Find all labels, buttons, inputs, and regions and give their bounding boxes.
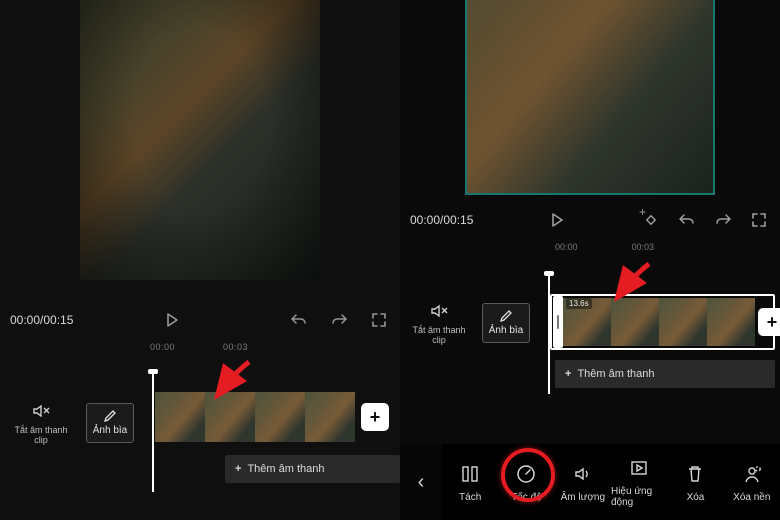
- cover-image-button[interactable]: Ảnh bìa: [482, 303, 530, 343]
- tool-split[interactable]: Tách: [442, 444, 498, 520]
- tool-speed[interactable]: Tốc độ: [498, 444, 554, 520]
- ruler-tick: 00:03: [632, 242, 655, 252]
- clip-side-controls-left: Tắt âm thanh clip Ảnh bìa: [10, 400, 150, 446]
- tool-label: Tốc độ: [511, 492, 542, 503]
- plus-icon: +: [235, 463, 241, 475]
- mute-icon: [30, 400, 52, 422]
- timeline-ruler-right: 00:00 00:03: [555, 242, 775, 252]
- mute-icon: [428, 300, 450, 322]
- undo-icon[interactable]: [288, 309, 310, 331]
- clip-trim-handle-left[interactable]: [553, 296, 563, 348]
- clip-thumbnail[interactable]: [659, 298, 707, 346]
- tool-label: Hiệu ứng động: [611, 486, 667, 508]
- time-counter: 00:00/00:15: [410, 213, 473, 227]
- keyframe-icon[interactable]: +: [640, 209, 662, 231]
- plus-icon: +: [370, 407, 381, 428]
- effects-icon: [627, 456, 651, 480]
- tool-delete[interactable]: Xóa: [667, 444, 723, 520]
- clip-thumbnail[interactable]: [305, 392, 355, 442]
- mute-clip-button[interactable]: Tắt âm thanh clip: [408, 300, 470, 346]
- redo-icon[interactable]: [328, 309, 350, 331]
- tool-effects[interactable]: Hiệu ứng động: [611, 444, 667, 520]
- tool-label: Tách: [459, 492, 481, 503]
- cover-label: Ảnh bìa: [489, 325, 523, 336]
- split-icon: [458, 462, 482, 486]
- video-preview-right[interactable]: [465, 0, 715, 195]
- pencil-icon: [499, 309, 513, 323]
- play-icon[interactable]: [546, 209, 568, 231]
- clip-duration-badge: 13.6s: [566, 298, 592, 309]
- add-clip-button[interactable]: +: [758, 308, 780, 336]
- cover-image-button[interactable]: Ảnh bìa: [86, 403, 134, 443]
- redo-icon[interactable]: [712, 209, 734, 231]
- fullscreen-icon[interactable]: [368, 309, 390, 331]
- plus-icon: +: [767, 312, 778, 333]
- undo-icon[interactable]: [676, 209, 698, 231]
- clip-thumbnail[interactable]: [155, 392, 205, 442]
- add-audio-bar-right[interactable]: + Thêm âm thanh: [555, 360, 775, 388]
- edit-toolbar: ‹ Tách Tốc độ Âm lượng Hiệu ứng động Xóa: [400, 444, 780, 520]
- ruler-tick: 00:03: [223, 342, 248, 356]
- tool-volume[interactable]: Âm lượng: [555, 444, 611, 520]
- add-audio-label: Thêm âm thanh: [247, 463, 324, 475]
- clip-thumbnail[interactable]: [611, 298, 659, 346]
- play-icon[interactable]: [161, 309, 183, 331]
- clip-thumbnail[interactable]: [255, 392, 305, 442]
- add-audio-label: Thêm âm thanh: [577, 368, 654, 380]
- ruler-tick: 00:00: [555, 242, 578, 252]
- trash-icon: [683, 462, 707, 486]
- right-panel: 00:00/00:15 + 00:00 00:03 Tắt âm thanh c…: [400, 0, 780, 520]
- tool-label: Âm lượng: [561, 492, 605, 503]
- left-panel: 00:00/00:15 00:00 00:03 Tắt âm thanh cli…: [0, 0, 400, 520]
- plus-icon: +: [565, 368, 571, 380]
- fullscreen-icon[interactable]: [748, 209, 770, 231]
- video-preview-left[interactable]: [80, 0, 320, 280]
- speed-icon: [514, 462, 538, 486]
- playhead-left[interactable]: [152, 372, 154, 492]
- cover-label: Ảnh bìa: [93, 425, 127, 436]
- mute-label: Tắt âm thanh clip: [408, 326, 470, 346]
- add-clip-button[interactable]: +: [361, 403, 389, 431]
- volume-icon: [571, 462, 595, 486]
- tool-remove-background[interactable]: Xóa nền: [724, 444, 780, 520]
- clip-side-controls-right: Tắt âm thanh clip Ảnh bìa: [408, 300, 548, 346]
- clip-thumbnail[interactable]: [205, 392, 255, 442]
- clip-track-left[interactable]: +: [155, 390, 395, 444]
- toolbar-back-button[interactable]: ‹: [400, 444, 442, 520]
- chevron-left-icon: ‹: [418, 471, 425, 494]
- playback-controls-left: 00:00/00:15: [0, 300, 400, 340]
- clip-thumbnail[interactable]: [707, 298, 755, 346]
- add-audio-bar-left[interactable]: + Thêm âm thanh: [225, 455, 400, 483]
- ruler-tick: 00:00: [150, 342, 175, 356]
- timeline-ruler-left: 00:00 00:03: [150, 342, 400, 356]
- tool-label: Xóa: [687, 492, 705, 503]
- mute-label: Tắt âm thanh clip: [10, 426, 72, 446]
- time-counter: 00:00/00:15: [10, 313, 73, 327]
- tool-label: Xóa nền: [733, 492, 770, 503]
- playback-controls-right: 00:00/00:15 +: [400, 202, 780, 238]
- mute-clip-button[interactable]: Tắt âm thanh clip: [10, 400, 72, 446]
- pencil-icon: [103, 409, 117, 423]
- person-icon: [740, 462, 764, 486]
